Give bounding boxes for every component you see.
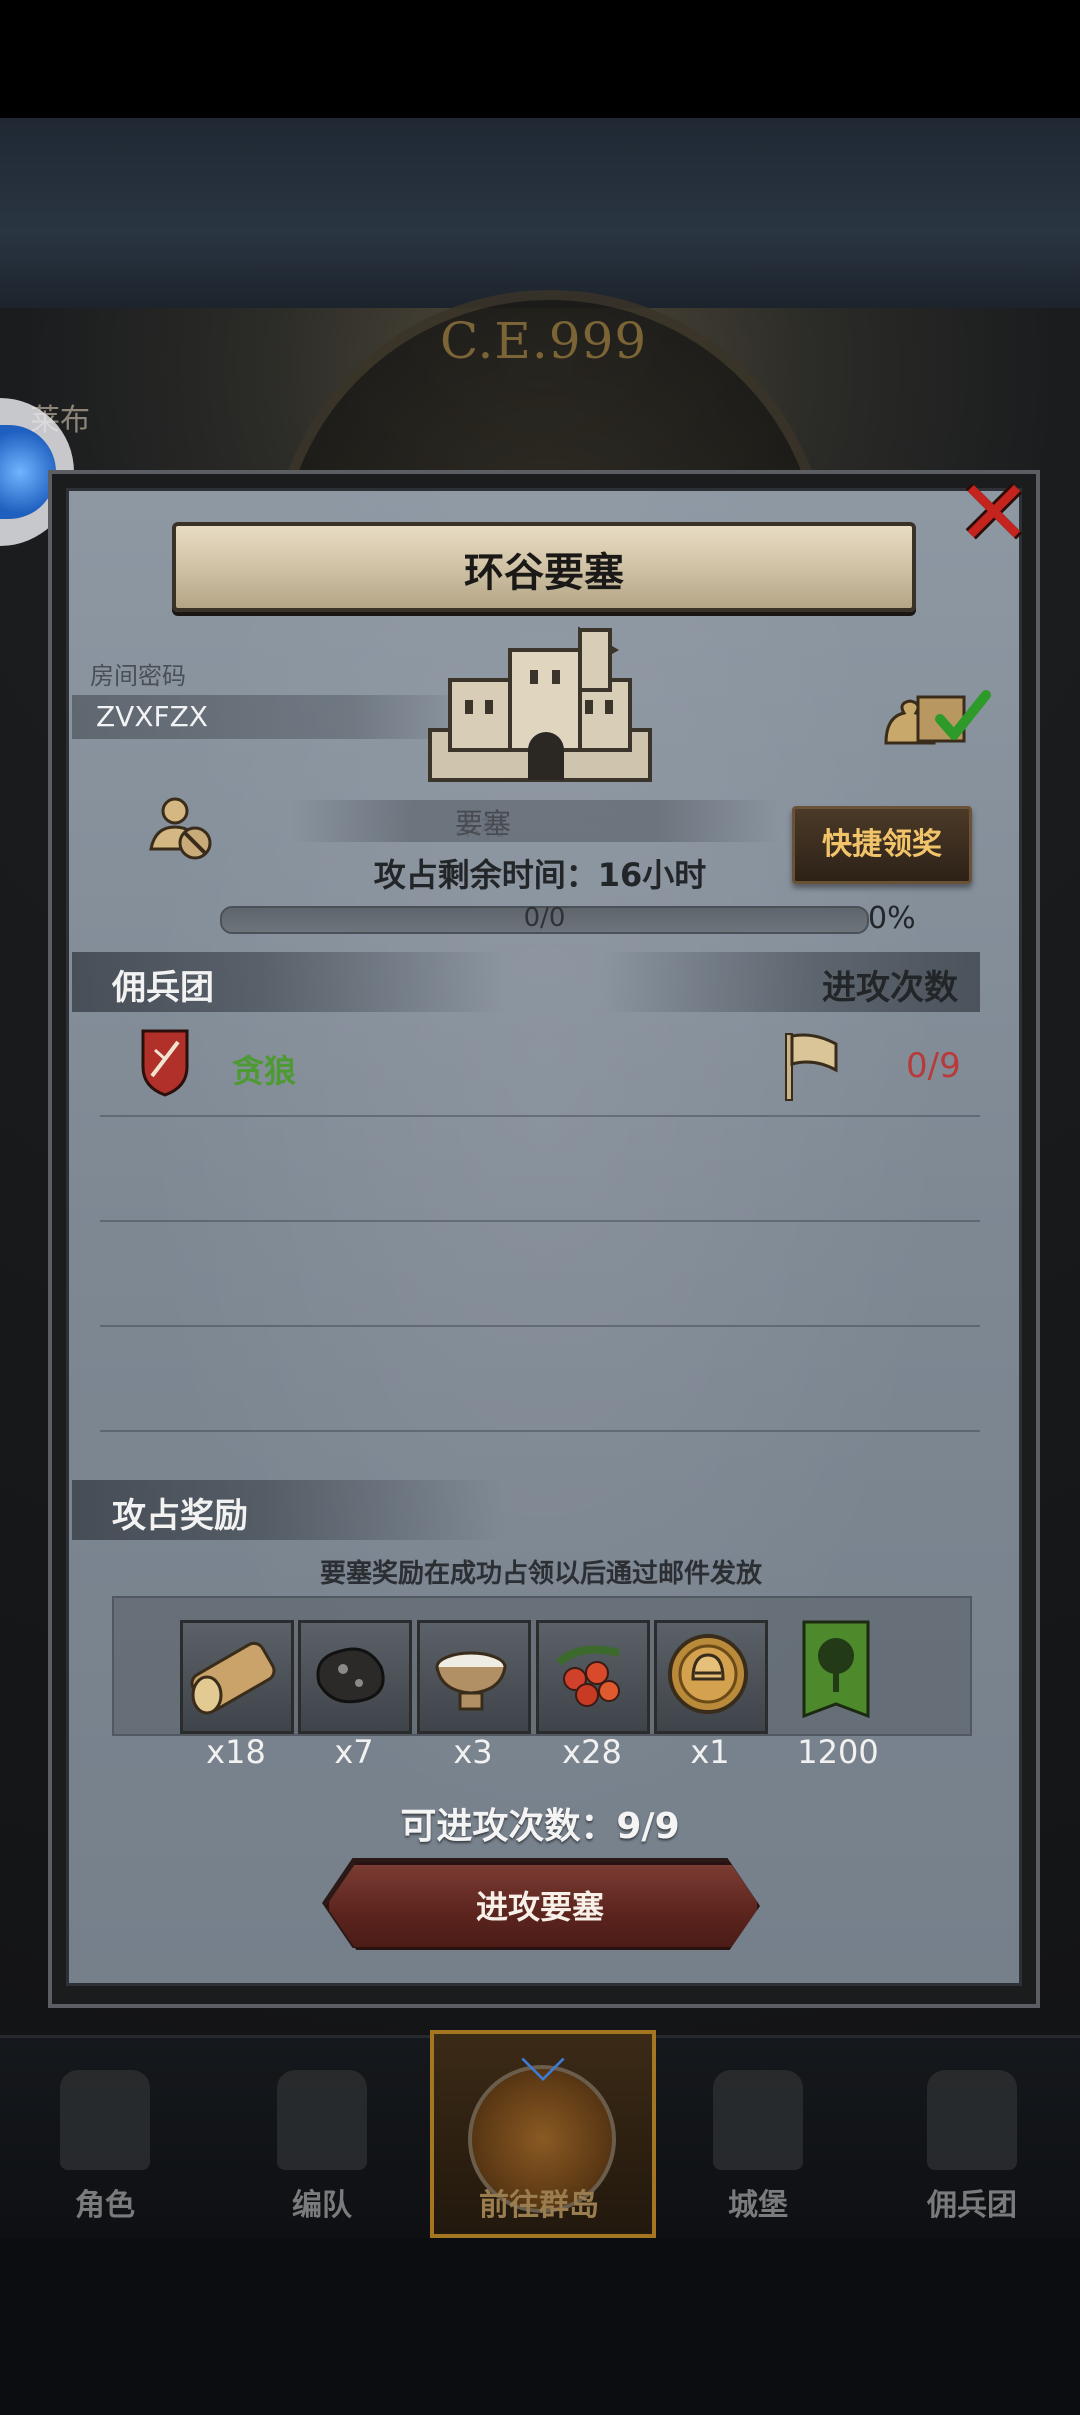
milk-bowl-icon [435, 1651, 507, 1711]
dialog-title: 环谷要塞 [464, 550, 624, 596]
castle-type-label: 要塞 [455, 807, 512, 840]
reward-note: 要塞奖励在成功占领以后通过邮件发放 [319, 1559, 762, 1589]
reward-helmet-coin[interactable] [654, 1620, 768, 1734]
row-divider [100, 1325, 980, 1327]
capture-progress-percent: 0% [868, 901, 916, 936]
reward-stone[interactable] [298, 1620, 412, 1734]
knight-helmet-coin-icon [668, 1634, 748, 1714]
room-code-label: 房间密码 [90, 662, 186, 690]
berries-icon [556, 1645, 620, 1707]
nav-label: 城堡 [728, 2188, 788, 2223]
wood-log-icon [190, 1641, 276, 1715]
mercenary-header: 佣兵团 [112, 968, 214, 1008]
nav-item-character[interactable]: 角色 [5, 2050, 205, 2230]
nav-item-formation[interactable]: 编队 [222, 2050, 422, 2230]
close-icon: ✕ [956, 461, 1032, 566]
row-divider [100, 1220, 980, 1222]
capture-timer: 攻占剩余时间：16小时 [373, 856, 707, 894]
armor-icon [277, 2070, 367, 2170]
reward-count: 1200 [797, 1733, 879, 1771]
no-hero-icon[interactable] [145, 793, 217, 863]
fortress-castle-icon [428, 626, 652, 782]
room-code-value: ZVXFZX [96, 700, 208, 733]
mercenary-row[interactable] [72, 1018, 1002, 1118]
header-band [0, 118, 1080, 308]
flag-icon [785, 1033, 838, 1101]
reward-tree-banner[interactable] [800, 1620, 872, 1724]
claimed-rewards-icon [884, 690, 991, 745]
castle-icon [713, 2070, 803, 2170]
chevron-down-icon: ⌵ [520, 2025, 566, 2095]
nav-label: 佣兵团 [927, 2188, 1017, 2223]
reward-count: x3 [453, 1733, 493, 1771]
nav-label: 前往群岛 [479, 2188, 599, 2223]
mercenary-attacks: 0/9 [906, 1046, 961, 1086]
nav-label: 编队 [292, 2188, 352, 2223]
capture-progress-text: 0/0 [523, 903, 566, 933]
mercenary-tower-icon [927, 2070, 1017, 2170]
reward-count: x28 [562, 1733, 622, 1771]
era-label: C.E.999 [440, 312, 648, 370]
mercenary-shield-icon [141, 1029, 189, 1097]
reward-wood[interactable] [180, 1620, 294, 1734]
status-bar-area [0, 0, 1080, 118]
attack-fortress-label: 进攻要塞 [475, 1888, 604, 1926]
reward-milk[interactable] [417, 1620, 531, 1734]
row-divider [100, 1430, 980, 1432]
close-button[interactable]: ✕ [954, 469, 1034, 559]
row-divider [100, 1115, 980, 1117]
reward-header: 攻占奖励 [112, 1496, 248, 1536]
nav-item-mercenary[interactable]: 佣兵团 [872, 2050, 1072, 2230]
reward-count: x1 [690, 1733, 730, 1771]
reward-count: x7 [334, 1733, 374, 1771]
stone-ore-icon [316, 1647, 385, 1704]
reward-berries[interactable] [536, 1620, 650, 1734]
attack-count-header: 进攻次数 [822, 968, 958, 1008]
mercenary-name: 贪狼 [232, 1052, 297, 1090]
tree-banner-icon [802, 1620, 870, 1719]
quick-claim-button[interactable]: 快捷领奖 [792, 806, 972, 884]
reward-count: x18 [206, 1733, 266, 1771]
knight-helmet-icon [60, 2070, 150, 2170]
attack-attempts-label: 可进攻次数：9/9 [400, 1806, 680, 1847]
nav-item-castle[interactable]: 城堡 [658, 2050, 858, 2230]
nav-label: 角色 [75, 2188, 135, 2223]
